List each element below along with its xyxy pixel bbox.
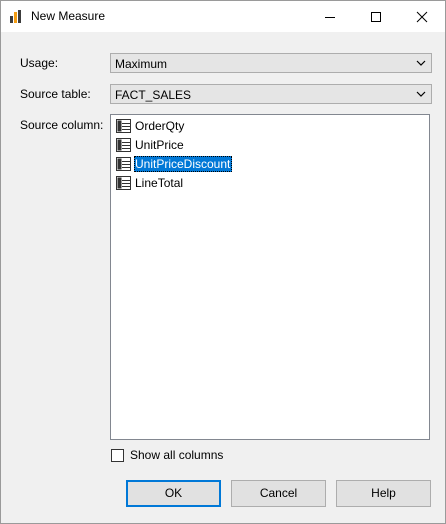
window-title: New Measure — [31, 9, 106, 23]
column-item-label: UnitPriceDiscount — [134, 156, 233, 172]
minimize-icon — [325, 17, 335, 18]
maximize-button[interactable] — [353, 1, 399, 32]
show-all-columns-checkbox[interactable] — [111, 449, 124, 462]
minimize-button[interactable] — [307, 1, 353, 32]
source-table-value: FACT_SALES — [115, 88, 192, 102]
chevron-down-icon — [416, 60, 426, 66]
ok-button[interactable]: OK — [126, 480, 221, 507]
column-item-label: LineTotal — [135, 176, 184, 190]
source-column-label: Source column: — [20, 118, 104, 132]
usage-label: Usage: — [20, 56, 59, 70]
title-bar: New Measure — [1, 1, 445, 32]
close-icon — [416, 11, 428, 23]
usage-combobox[interactable]: Maximum — [110, 53, 432, 73]
source-table-combobox[interactable]: FACT_SALES — [110, 84, 432, 104]
new-measure-dialog: New Measure Usage: Maximum Source table:… — [0, 0, 446, 524]
chevron-down-icon — [416, 91, 426, 97]
show-all-columns-label[interactable]: Show all columns — [130, 448, 223, 462]
source-column-list[interactable]: OrderQty UnitPrice UnitPriceDiscount Lin… — [110, 114, 430, 440]
column-item-label: UnitPrice — [135, 138, 184, 152]
source-table-label: Source table: — [20, 87, 91, 101]
cancel-button[interactable]: Cancel — [231, 480, 326, 507]
column-icon — [116, 138, 131, 152]
column-icon — [116, 119, 131, 133]
bar-chart-icon — [10, 10, 24, 23]
maximize-icon — [371, 12, 381, 22]
column-item-label: OrderQty — [135, 119, 185, 133]
column-icon — [116, 157, 131, 171]
column-icon — [116, 176, 131, 190]
close-button[interactable] — [399, 1, 445, 32]
help-button[interactable]: Help — [336, 480, 431, 507]
usage-value: Maximum — [115, 57, 168, 71]
